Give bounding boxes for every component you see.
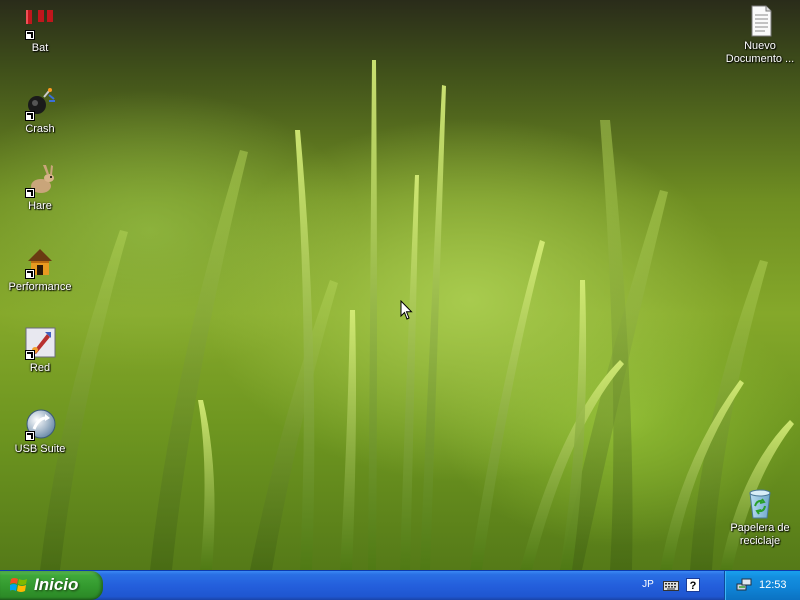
language-indicator[interactable]: JP [638, 577, 658, 593]
windows-logo-icon [10, 578, 27, 592]
desktop-icon-label: Hare [28, 200, 52, 212]
desktop-icon-label: Bat [31, 42, 49, 54]
performance-icon [23, 245, 57, 279]
desktop-icon-recycle-bin[interactable]: Papelera de reciclaje [720, 486, 800, 548]
usb-suite-icon [23, 407, 57, 441]
mouse-pointer-icon [400, 300, 413, 320]
desktop-icon-usb-suite[interactable]: USB Suite [0, 407, 80, 456]
desktop-wallpaper [0, 0, 800, 570]
start-button[interactable]: Inicio [0, 571, 103, 600]
shortcut-arrow-icon [25, 188, 35, 198]
start-button-label: Inicio [34, 575, 79, 594]
desktop-icon-label: Crash [25, 123, 55, 135]
desktop-icon-label: USB Suite [14, 443, 66, 455]
recycle-bin-icon [743, 486, 777, 520]
desktop-icon-bat[interactable]: Bat [0, 6, 80, 55]
desktop-icon-label: Papelera de reciclaje [730, 522, 790, 547]
system-tray: 12:53 [724, 571, 800, 600]
grass-blades [40, 60, 794, 570]
shortcut-arrow-icon [25, 111, 35, 121]
shortcut-arrow-icon [25, 350, 35, 360]
taskbar: Inicio JP ? 12:53 [0, 570, 800, 600]
hare-icon [23, 164, 57, 198]
text-document-icon [743, 4, 777, 38]
desktop-icon-red[interactable]: Red [0, 326, 80, 375]
desktop-icon-performance[interactable]: Performance [0, 245, 80, 294]
desktop-icon-nuevo-documento[interactable]: Nuevo Documento ... [720, 4, 800, 66]
shortcut-arrow-icon [25, 431, 35, 441]
shortcut-arrow-icon [25, 269, 35, 279]
desktop-icon-label: Nuevo Documento ... [725, 40, 795, 65]
crash-icon [23, 87, 57, 121]
help-icon[interactable]: ? [686, 578, 700, 592]
red-icon [23, 326, 57, 360]
desktop-icon-hare[interactable]: Hare [0, 164, 80, 213]
keyboard-icon[interactable] [663, 578, 679, 592]
desktop-icon-label: Performance [8, 281, 72, 293]
desktop-icon-crash[interactable]: Crash [0, 87, 80, 136]
bat-icon [23, 6, 57, 40]
shortcut-arrow-icon [25, 30, 35, 40]
network-icon[interactable] [736, 578, 752, 592]
taskbar-clock[interactable]: 12:53 [759, 579, 787, 591]
desktop-icon-label: Red [29, 362, 51, 374]
